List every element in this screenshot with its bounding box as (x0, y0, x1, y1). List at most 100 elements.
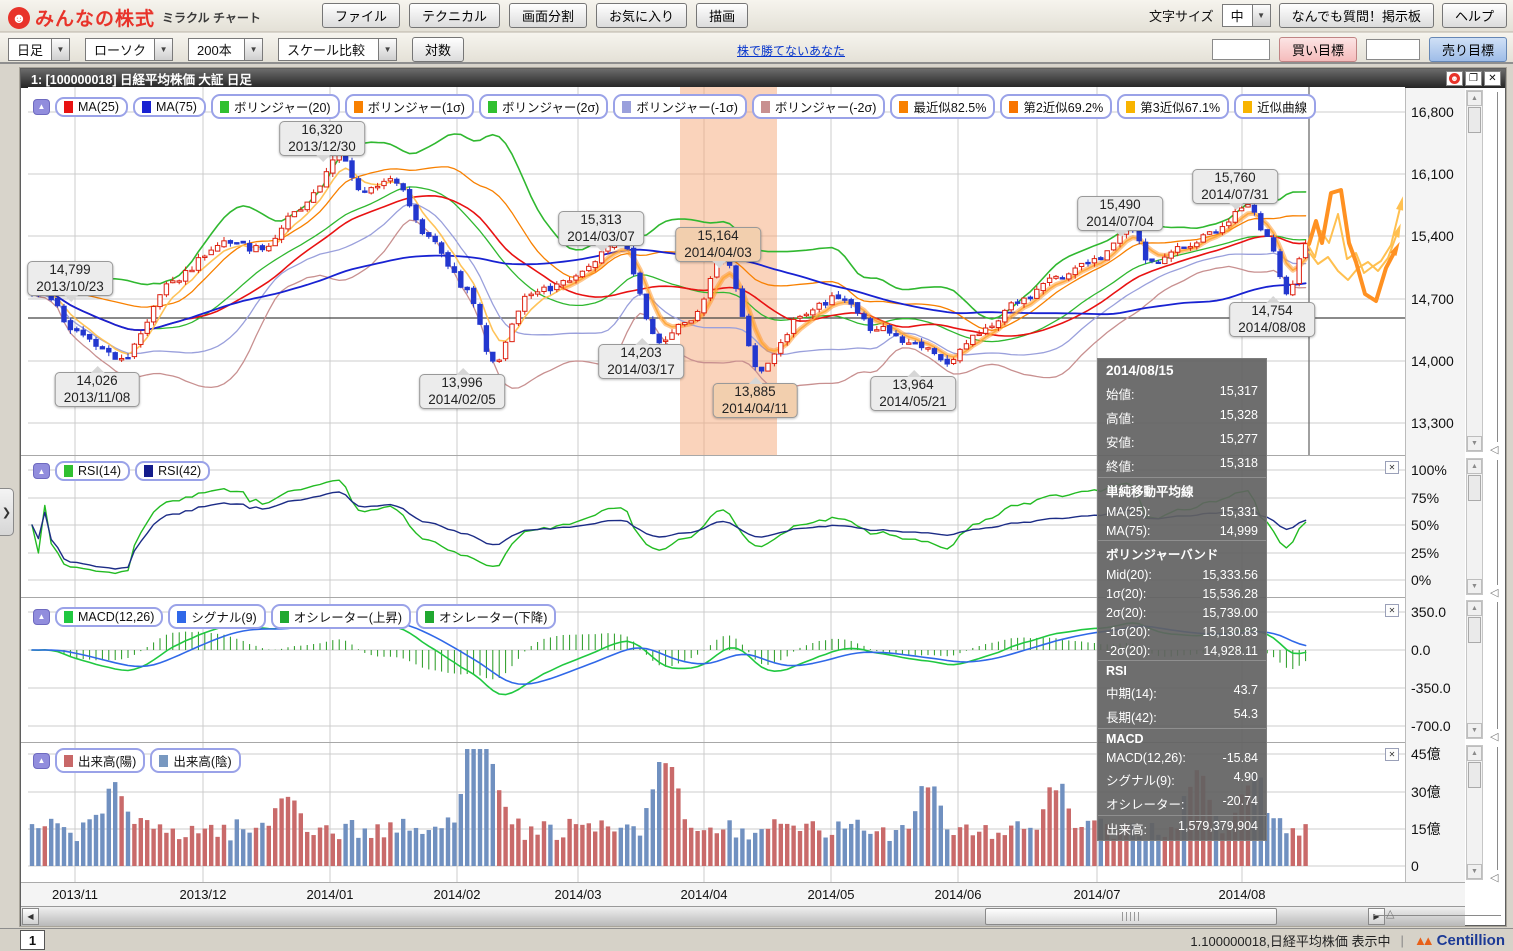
chip-label: オシレーター(上昇) (294, 607, 402, 626)
scale-slider[interactable]: ◁ (1490, 90, 1504, 452)
indicator-chip[interactable]: MA(25) (55, 97, 128, 117)
collapse-panel-icon[interactable]: ▲ (33, 609, 50, 625)
tooltip-label: シグナル(9): (1106, 770, 1175, 789)
collapse-panel-icon[interactable]: ▲ (33, 99, 50, 115)
chip-label: MACD(12,26) (78, 610, 154, 624)
chart-setting-select[interactable]: 200本▼ (188, 38, 263, 61)
tooltip-row: 終値:15,318 (1098, 453, 1266, 477)
vertical-scrollbar[interactable]: ▲▼ (1466, 745, 1483, 880)
restore-window-icon[interactable]: ❐ (1465, 71, 1482, 86)
scale-slider[interactable]: ◁ (1490, 600, 1504, 739)
chart-window-titlebar[interactable]: 1: [100000018] 日経平均株価 大証 日足 ☻ ❐ ✕ (21, 69, 1505, 88)
close-panel-icon[interactable]: ✕ (1385, 748, 1399, 761)
scrollbar-thumb[interactable] (1468, 107, 1481, 133)
macd-chip[interactable]: オシレーター(上昇) (271, 604, 411, 629)
scrollbar-thumb[interactable] (1468, 617, 1481, 643)
tooltip-label: MA(75): (1106, 524, 1150, 538)
scrollbar-thumb[interactable] (985, 908, 1277, 925)
chip-color-swatch (1126, 101, 1135, 113)
volume-chip[interactable]: 出来高(陰) (150, 748, 240, 773)
scroll-down-icon[interactable]: ▼ (1467, 723, 1482, 738)
chevron-down-icon[interactable]: ▼ (244, 38, 263, 61)
collapse-panel-icon[interactable]: ▲ (33, 753, 50, 769)
chart-setting-select[interactable]: ローソク▼ (85, 38, 173, 61)
scroll-up-icon[interactable]: ▲ (1467, 459, 1482, 474)
scroll-down-icon[interactable]: ▼ (1467, 436, 1482, 451)
scale-slider[interactable]: ◁ (1490, 745, 1504, 880)
promo-link[interactable]: 株で勝てないあなた (737, 42, 845, 59)
chart-annotation: 14,7992013/10/23 (27, 261, 113, 296)
font-size-select[interactable]: 中 ▼ (1222, 4, 1271, 27)
vertical-scrollbar[interactable]: ▲▼ (1466, 458, 1483, 595)
tooltip-label: -1σ(20): (1106, 625, 1151, 639)
indicator-chip[interactable]: ボリンジャー(-2σ) (752, 94, 886, 119)
scale-slider-handle[interactable]: ◁ (1490, 586, 1498, 599)
scroll-left-icon[interactable]: ◀ (22, 908, 39, 925)
scroll-up-icon[interactable]: ▲ (1467, 91, 1482, 106)
chevron-down-icon[interactable]: ▼ (51, 38, 70, 61)
indicator-chip[interactable]: 第2近似69.2% (1000, 94, 1112, 119)
indicator-chip[interactable]: 近似曲線 (1234, 94, 1316, 119)
buy-target-button[interactable]: 買い目標 (1279, 37, 1357, 62)
annotation-date: 2013/10/23 (36, 279, 104, 296)
close-panel-icon[interactable]: ✕ (1385, 604, 1399, 617)
toolbar-button[interactable]: テクニカル (409, 3, 500, 28)
annotation-date: 2014/04/11 (722, 401, 789, 418)
scale-slider-handle[interactable]: ◁ (1490, 730, 1498, 743)
chart-setting-select[interactable]: スケール比較▼ (278, 38, 397, 61)
scroll-up-icon[interactable]: ▲ (1467, 601, 1482, 616)
indicator-chip[interactable]: MA(75) (133, 97, 206, 117)
chart-tab-1[interactable]: 1 (20, 930, 45, 950)
scrollbar-thumb[interactable] (1468, 762, 1481, 788)
vertical-scrollbar[interactable]: ▲▼ (1466, 90, 1483, 452)
tooltip-value: -20.74 (1223, 794, 1258, 813)
indicator-chip[interactable]: ボリンジャー(2σ) (479, 94, 608, 119)
zoom-slider-handle[interactable]: △ (1386, 907, 1394, 920)
toolbar-button[interactable]: 画面分割 (509, 3, 587, 28)
chevron-down-icon[interactable]: ▼ (1252, 4, 1271, 27)
chip-color-swatch (761, 101, 770, 113)
scroll-up-icon[interactable]: ▲ (1467, 746, 1482, 761)
sell-target-input[interactable] (1366, 39, 1420, 60)
toolbar-button[interactable]: 描画 (696, 3, 748, 28)
sell-target-button[interactable]: 売り目標 (1429, 37, 1507, 62)
scroll-right-icon[interactable]: ▶ (1368, 908, 1385, 925)
tooltip-label: 終値: (1106, 456, 1134, 475)
scale-slider[interactable]: ◁ (1490, 458, 1504, 595)
macd-chip[interactable]: オシレーター(下降) (416, 604, 556, 629)
toolbar-button[interactable]: お気に入り (596, 3, 687, 28)
indicator-chip[interactable]: ボリンジャー(1σ) (345, 94, 474, 119)
volume-chip[interactable]: 出来高(陽) (55, 748, 145, 773)
indicator-chip[interactable]: ボリンジャー(20) (211, 94, 340, 119)
chip-color-swatch (354, 101, 363, 113)
indicator-chip[interactable]: 第3近似67.1% (1117, 94, 1229, 119)
toolbar-button[interactable]: ファイル (322, 3, 400, 28)
collapse-panel-icon[interactable]: ▲ (33, 463, 50, 479)
close-panel-icon[interactable]: ✕ (1385, 461, 1399, 474)
chevron-down-icon[interactable]: ▼ (378, 38, 397, 61)
scrollbar-thumb[interactable] (1468, 475, 1481, 501)
scale-slider-handle[interactable]: ◁ (1490, 871, 1498, 884)
indicator-chip[interactable]: ボリンジャー(-1σ) (613, 94, 747, 119)
scale-slider-handle[interactable]: ◁ (1490, 443, 1498, 456)
chip-color-swatch (177, 611, 186, 623)
toolbar-button[interactable]: ヘルプ (1442, 3, 1507, 28)
chart-setting-select[interactable]: 日足▼ (8, 38, 70, 61)
horizontal-scrollbar[interactable]: ◀ ▶ (21, 906, 1465, 926)
side-panel-expand-handle[interactable]: ❯ (0, 488, 14, 536)
scroll-down-icon[interactable]: ▼ (1467, 579, 1482, 594)
chart-window-title: 1: [100000018] 日経平均株価 大証 日足 (31, 69, 252, 88)
indicator-chip[interactable]: 最近似82.5% (890, 94, 995, 119)
macd-chip[interactable]: シグナル(9) (168, 604, 265, 629)
scroll-down-icon[interactable]: ▼ (1467, 864, 1482, 879)
tooltip-value: 54.3 (1234, 707, 1258, 726)
chevron-down-icon[interactable]: ▼ (154, 38, 173, 61)
macd-chip[interactable]: MACD(12,26) (55, 607, 163, 627)
rsi-chip[interactable]: RSI(14) (55, 461, 130, 481)
toolbar-button[interactable]: なんでも質問！掲示板 (1279, 3, 1434, 28)
log-scale-button[interactable]: 対数 (412, 37, 464, 62)
vertical-scrollbar[interactable]: ▲▼ (1466, 600, 1483, 739)
rsi-chip[interactable]: RSI(42) (135, 461, 210, 481)
buy-target-input[interactable] (1212, 39, 1270, 60)
close-window-icon[interactable]: ✕ (1484, 71, 1501, 86)
